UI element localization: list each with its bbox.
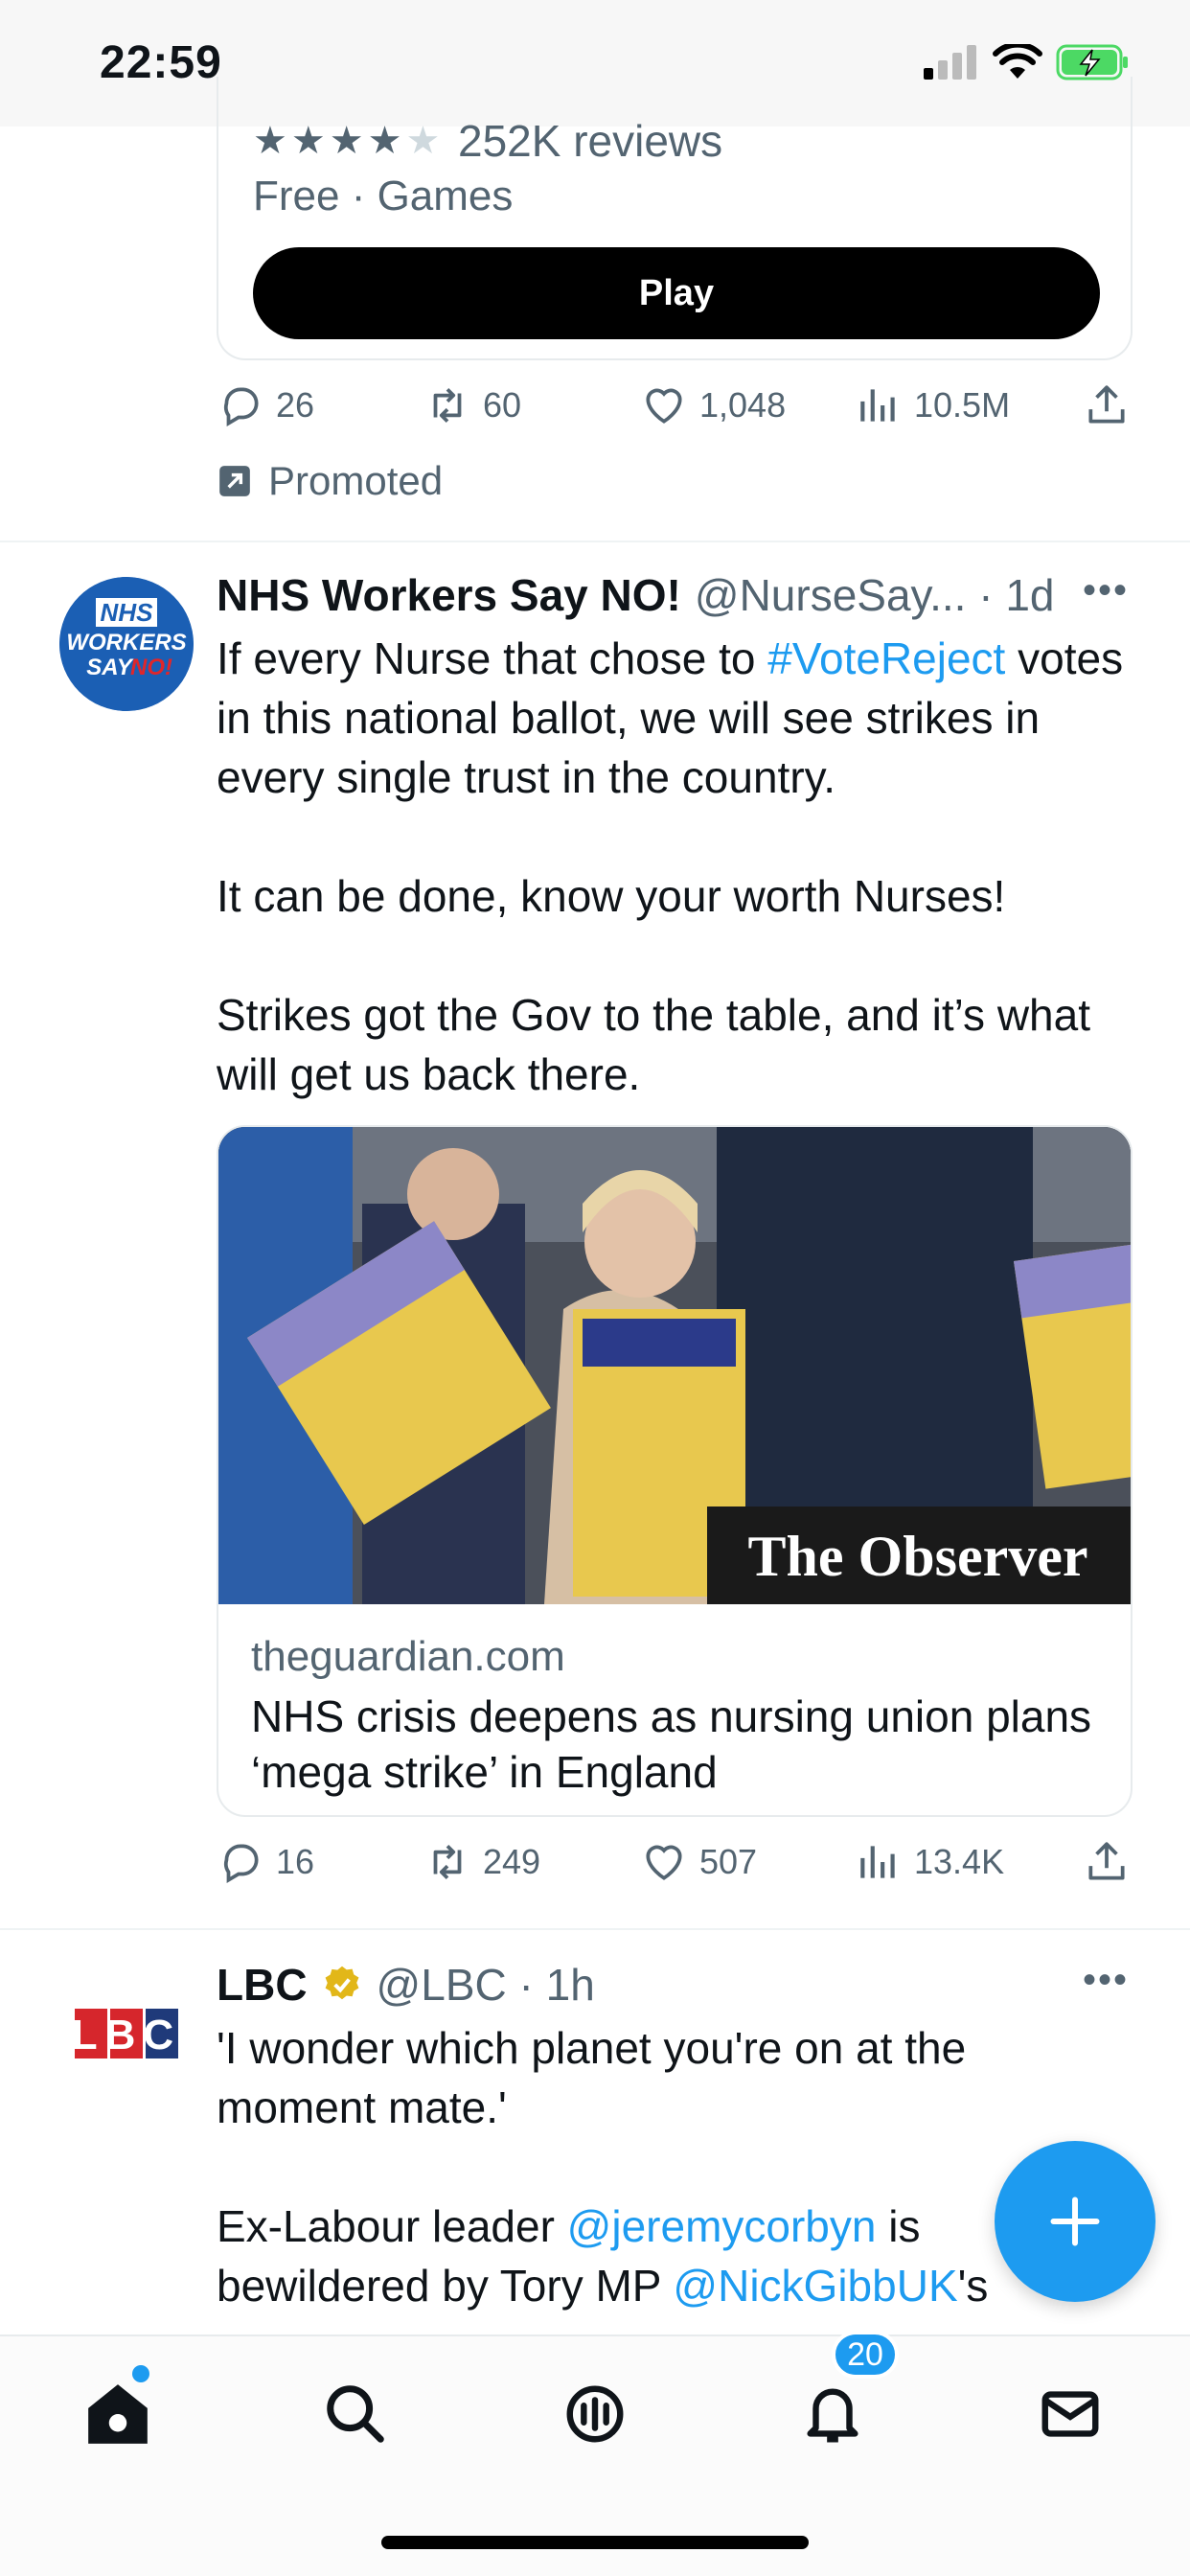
- home-icon: [88, 2384, 148, 2444]
- play-button[interactable]: Play: [253, 247, 1100, 339]
- like-button[interactable]: 1,048: [640, 381, 786, 429]
- reply-count: 16: [276, 1842, 315, 1881]
- mention-link[interactable]: @jeremycorbyn: [567, 2201, 877, 2251]
- display-name[interactable]: NHS Workers Say NO!: [217, 569, 681, 621]
- tweet-text: 'I wonder which planet you're on at the …: [217, 2023, 967, 2132]
- views-chart-icon: [860, 389, 895, 422]
- views-button[interactable]: 13.4K: [855, 1838, 1004, 1886]
- divider: [0, 540, 1190, 542]
- share-button[interactable]: [1083, 381, 1131, 429]
- lbc-logo: LBC: [72, 2009, 181, 2058]
- tab-home[interactable]: [75, 2371, 161, 2457]
- article-link-card[interactable]: The Observer theguardian.com NHS crisis …: [217, 1125, 1133, 1817]
- tab-messages[interactable]: [1027, 2371, 1113, 2457]
- tweet-header: NHS Workers Say NO! @NurseSay... · 1d: [217, 569, 1055, 621]
- tweet-text: 's: [957, 2261, 989, 2311]
- watermark-text: The Observer: [748, 1525, 1088, 1588]
- bell-icon: [807, 2388, 858, 2443]
- svg-text:WORKERS: WORKERS: [66, 630, 186, 656]
- battery-charging-icon: [1056, 44, 1128, 80]
- nhs-workers-avatar[interactable]: NHS WORKERS SAY NO!: [59, 577, 194, 711]
- share-icon: [1088, 1842, 1125, 1880]
- reply-icon: [223, 387, 259, 427]
- promoted-icon: [219, 466, 250, 496]
- protest-photo: The Observer: [218, 1127, 1131, 1604]
- views-count: 13.4K: [914, 1842, 1005, 1881]
- tweet-action-bar: 16 249 507 13.4K: [217, 1838, 1136, 1896]
- home-notification-dot: [132, 2365, 149, 2382]
- svg-text:NO!: NO!: [130, 655, 172, 680]
- tab-search[interactable]: [312, 2371, 399, 2457]
- reply-button[interactable]: 16: [217, 1838, 314, 1886]
- heart-icon: [646, 1845, 682, 1880]
- retweet-button[interactable]: 249: [423, 1838, 540, 1886]
- nhs-workers-logo: NHS WORKERS SAY NO!: [59, 577, 194, 711]
- svg-text:NHS: NHS: [101, 598, 154, 627]
- mail-icon: [1041, 2391, 1099, 2437]
- wifi-icon: [993, 44, 1042, 79]
- card-domain: theguardian.com: [251, 1633, 565, 1680]
- like-count: 507: [699, 1842, 758, 1881]
- more-options-icon[interactable]: •••: [1083, 569, 1129, 612]
- views-chart-icon: [860, 1846, 895, 1878]
- reply-button[interactable]: 26: [217, 381, 314, 429]
- promoted-app-card[interactable]: ★★★★★ 252K reviews Free · Games Play: [217, 77, 1133, 360]
- home-indicator: [381, 2536, 809, 2549]
- views-button[interactable]: 10.5M: [855, 381, 1010, 429]
- promoted-label: Promoted: [217, 458, 443, 504]
- heart-icon: [646, 388, 682, 424]
- retweet-count: 60: [483, 385, 522, 425]
- tweet-text: Ex-Labour leader: [217, 2201, 567, 2251]
- lbc-avatar[interactable]: LBC: [59, 1966, 194, 2101]
- status-time: 22:59: [100, 37, 222, 88]
- retweet-icon: [433, 388, 462, 423]
- share-icon: [1088, 385, 1125, 424]
- plus-icon: [1050, 2196, 1100, 2246]
- promo-action-bar: 26 60 1,048 10.5M: [217, 381, 1136, 439]
- reply-count: 26: [276, 385, 315, 425]
- tweet-body: If every Nurse that chose to #VoteReject…: [217, 629, 1136, 1104]
- tweet-header: LBC @LBC · 1h: [217, 1959, 595, 2011]
- verified-badge-icon: [325, 1966, 358, 2000]
- like-button[interactable]: 507: [640, 1838, 757, 1886]
- tab-notifications[interactable]: [790, 2371, 876, 2457]
- retweet-icon: [433, 1845, 462, 1879]
- tweet-body: 'I wonder which planet you're on at the …: [217, 2018, 1136, 2315]
- review-count: 252K reviews: [458, 116, 723, 166]
- notifications-badge: 20: [832, 2331, 899, 2379]
- share-button[interactable]: [1083, 1838, 1131, 1886]
- spaces-microphone-icon: [566, 2385, 624, 2443]
- like-count: 1,048: [699, 385, 787, 425]
- app-meta: Free · Games: [253, 172, 514, 219]
- retweet-count: 249: [483, 1842, 541, 1881]
- more-options-icon[interactable]: •••: [1083, 1959, 1129, 2002]
- status-icons: [924, 44, 1131, 80]
- tweet-text: It can be done, know your worth Nurses!: [217, 871, 1006, 921]
- rating-stars: ★★★★★: [253, 120, 445, 162]
- promoted-text: Promoted: [268, 458, 444, 503]
- hashtag-link[interactable]: #VoteReject: [767, 633, 1005, 683]
- tweet-text: Strikes got the Gov to the table, and it…: [217, 990, 1091, 1099]
- compose-tweet-button[interactable]: [995, 2141, 1156, 2302]
- views-count: 10.5M: [914, 385, 1011, 425]
- handle-and-time[interactable]: @NurseSay... · 1d: [695, 569, 1055, 621]
- article-image: The Observer: [218, 1127, 1131, 1604]
- svg-text:LBC: LBC: [72, 2012, 181, 2058]
- reply-icon: [223, 1844, 259, 1884]
- display-name[interactable]: LBC: [217, 1959, 308, 2011]
- search-icon: [327, 2385, 384, 2443]
- divider: [0, 1928, 1190, 1930]
- card-title: NHS crisis deepens as nursing union plan…: [251, 1691, 1092, 1797]
- svg-text:SAY: SAY: [86, 655, 134, 680]
- retweet-button[interactable]: 60: [423, 381, 521, 429]
- tab-spaces[interactable]: [552, 2371, 638, 2457]
- tweet-text: If every Nurse that chose to: [217, 633, 768, 683]
- cellular-signal-icon: [924, 45, 976, 80]
- handle-and-time[interactable]: @LBC · 1h: [377, 1959, 595, 2011]
- mention-link[interactable]: @NickGibbUK: [673, 2261, 957, 2311]
